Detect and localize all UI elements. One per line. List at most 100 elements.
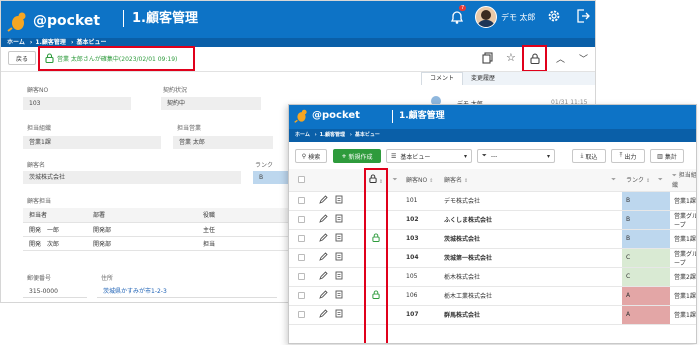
customer-no-label: 顧客NO [27, 87, 49, 94]
col-customer-no-label[interactable]: 顧客NO [406, 177, 427, 184]
row-checkbox[interactable] [298, 292, 305, 299]
document-icon[interactable] [335, 252, 343, 263]
row-lock-gap [388, 229, 402, 249]
export-button[interactable]: ⤒ 出力 [611, 149, 645, 163]
plus-icon: + [341, 152, 347, 160]
customer-no: 107 [402, 305, 440, 325]
logout-icon[interactable] [575, 8, 591, 26]
address-value[interactable]: 茨城県かすみが市1-2-3 [97, 285, 277, 298]
crumb-home[interactable]: ホーム [7, 39, 25, 46]
document-icon[interactable] [335, 271, 343, 282]
summary-label: 集計 [664, 153, 677, 161]
document-icon[interactable] [335, 195, 343, 206]
filter-select[interactable]: ⏷ --- ▾ [477, 149, 555, 163]
table-row[interactable]: 104 茨城第一株式会社 C 営業グループ [289, 248, 696, 268]
lock-button-icon[interactable] [530, 53, 540, 66]
pencil-icon[interactable] [318, 309, 328, 320]
app-logo[interactable]: @pocket [7, 10, 100, 32]
bell-icon[interactable]: 7 [449, 5, 467, 27]
copy-icon[interactable] [482, 52, 493, 66]
table-row[interactable]: 105 栃木株式会社 C 営業2課 [289, 267, 696, 287]
rank-gap [658, 229, 670, 249]
row-checkbox[interactable] [298, 254, 305, 261]
back-button[interactable]: 戻る [8, 51, 36, 65]
chevron-up-icon[interactable]: ︿ [556, 52, 565, 65]
crumb-view[interactable]: 基本ビュー [76, 39, 106, 46]
contact-col-dept: 部署 [87, 208, 197, 223]
customer-name: 栃木工業株式会社 [440, 286, 518, 306]
rank-gap [658, 267, 670, 287]
filter-select-value: --- [490, 152, 498, 160]
document-icon[interactable] [335, 214, 343, 225]
row-lock-gap [388, 305, 402, 325]
table-row[interactable]: 103 茨城株式会社 B 営業1課 [289, 229, 696, 249]
pencil-icon[interactable] [318, 214, 328, 225]
row-checkbox[interactable] [298, 216, 305, 223]
customer-name: 栃木株式会社 [440, 267, 518, 287]
rank-value: B [253, 171, 293, 184]
new-record-button[interactable]: + 新規作成 [333, 149, 381, 163]
crumb-module[interactable]: 1.顧客管理 [35, 39, 65, 46]
rank-gap [658, 305, 670, 325]
contact-table: 担当者 部署 役職 開発 一郎 開発部 主任 開発 次郎 開発部 担当 [23, 208, 289, 251]
customer-name-value: 茨城株式会社 [23, 171, 241, 184]
tab-history[interactable]: 変更履歴 [471, 72, 495, 85]
row-checkbox[interactable] [298, 273, 305, 280]
row-doc [335, 286, 364, 306]
chevron-down-icon[interactable]: ﹀ [579, 52, 588, 65]
summary-button[interactable]: ▥ 集計 [650, 149, 684, 163]
tab-comment[interactable]: コメント [421, 72, 463, 85]
table-row[interactable]: 101 デモ株式会社 B 営業1課 [289, 191, 696, 211]
pencil-icon[interactable] [318, 195, 328, 206]
rank-cell: A [622, 286, 658, 306]
user-name[interactable]: デモ 太郎 [501, 12, 536, 23]
document-icon[interactable] [335, 233, 343, 244]
row-select [289, 286, 311, 306]
import-button[interactable]: ⤓ 取込 [572, 149, 606, 163]
row-checkbox[interactable] [298, 235, 305, 242]
col-customer-name-label[interactable]: 顧客名 [444, 177, 462, 184]
brand-name: @pocket [33, 13, 101, 29]
row-doc [335, 191, 364, 211]
row-doc [335, 210, 364, 230]
row-doc [335, 248, 364, 268]
avatar[interactable] [475, 6, 497, 28]
row-checkbox[interactable] [298, 197, 305, 204]
row-checkbox[interactable] [298, 311, 305, 318]
col-rank-filter: ⏷ [658, 169, 670, 192]
brand-name: @pocket [312, 110, 360, 121]
favorite-star-icon[interactable]: ☆ [506, 52, 516, 63]
rank-cell: B [622, 210, 658, 230]
customer-name: 茨城第一株式会社 [440, 248, 518, 268]
pencil-icon[interactable] [318, 290, 328, 301]
search-button[interactable]: ⚲ 検索 [295, 149, 327, 163]
zip-value: 315-0000 [23, 285, 87, 298]
document-icon[interactable] [335, 309, 343, 320]
gear-icon[interactable] [546, 8, 562, 26]
crumb-view[interactable]: 基本ビュー [355, 132, 380, 138]
select-all-checkbox[interactable] [298, 176, 305, 184]
lock-icon [45, 53, 54, 65]
row-edit [311, 210, 335, 230]
document-icon[interactable] [335, 290, 343, 301]
page-title: 1.顧客管理 [123, 10, 198, 27]
row-select [289, 305, 311, 325]
table-row[interactable]: 107 群馬株式会社 A 営業1課 [289, 305, 696, 325]
col-rank-label[interactable]: ランク [626, 177, 644, 184]
crumb-home[interactable]: ホーム [295, 132, 310, 138]
contact-title: 担当 [197, 236, 289, 251]
list-icon: ☰ [391, 152, 397, 160]
contact-dept: 開発部 [87, 236, 197, 251]
breadcrumb: ホーム › 1.顧客管理 › 基本ビュー [289, 129, 696, 142]
pencil-icon[interactable] [318, 252, 328, 263]
pencil-icon[interactable] [318, 233, 328, 244]
pencil-icon[interactable] [318, 271, 328, 282]
crumb-module[interactable]: 1.顧客管理 [320, 132, 345, 138]
table-row[interactable]: 102 ふくしま株式会社 B 営業グループ [289, 210, 696, 230]
name-gap [518, 267, 622, 287]
view-select[interactable]: ☰ 基本ビュー ▾ [386, 149, 472, 163]
view-select-value: 基本ビュー [400, 153, 431, 161]
app-logo[interactable]: @pocket [294, 108, 360, 123]
table-row[interactable]: 106 栃木工業株式会社 A 営業1課 [289, 286, 696, 306]
row-edit [311, 286, 335, 306]
